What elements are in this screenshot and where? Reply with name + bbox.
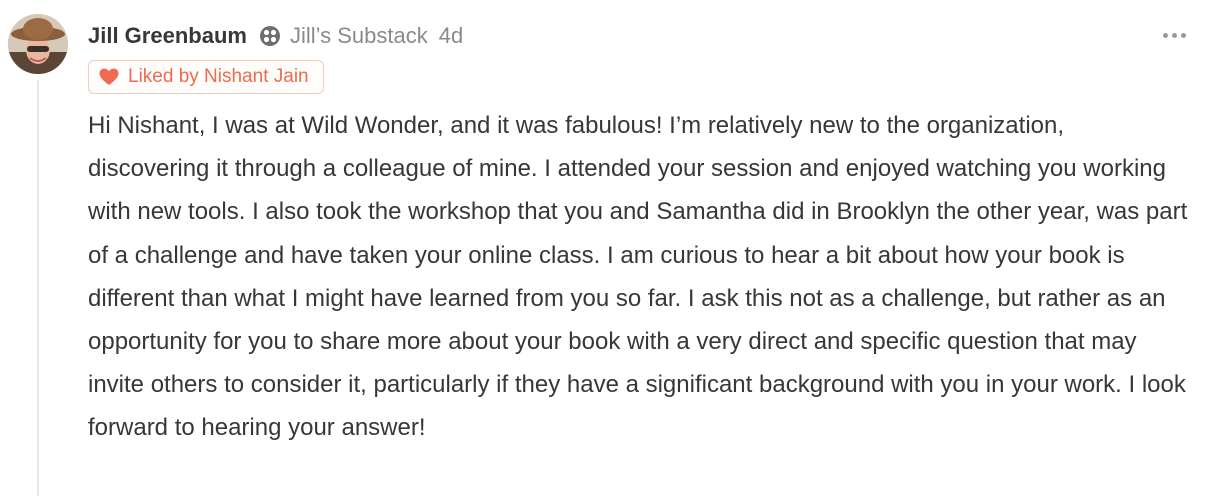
author-name[interactable]: Jill Greenbaum [88,23,247,49]
more-dot [1180,32,1186,38]
more-dot [1171,32,1177,38]
heart-icon [99,68,119,85]
substack-publication-icon[interactable] [259,25,281,47]
liked-by-badge: Liked by Nishant Jain [88,60,324,94]
comment-body: Hi Nishant, I was at Wild Wonder, and it… [88,112,1188,442]
comment-age[interactable]: 4d [439,23,463,49]
thread-line[interactable] [37,80,39,496]
comment: Jill Greenbaum Jill’s Substack 4d Liked … [0,0,1212,496]
liked-by-text: Liked by Nishant Jain [128,66,309,87]
avatar-image [8,14,68,74]
more-dot [1162,32,1168,38]
more-options-icon[interactable] [1156,22,1192,48]
comment-header: Jill Greenbaum Jill’s Substack 4d [88,20,463,52]
avatar[interactable] [8,14,68,74]
publication-name[interactable]: Jill’s Substack [290,23,428,49]
